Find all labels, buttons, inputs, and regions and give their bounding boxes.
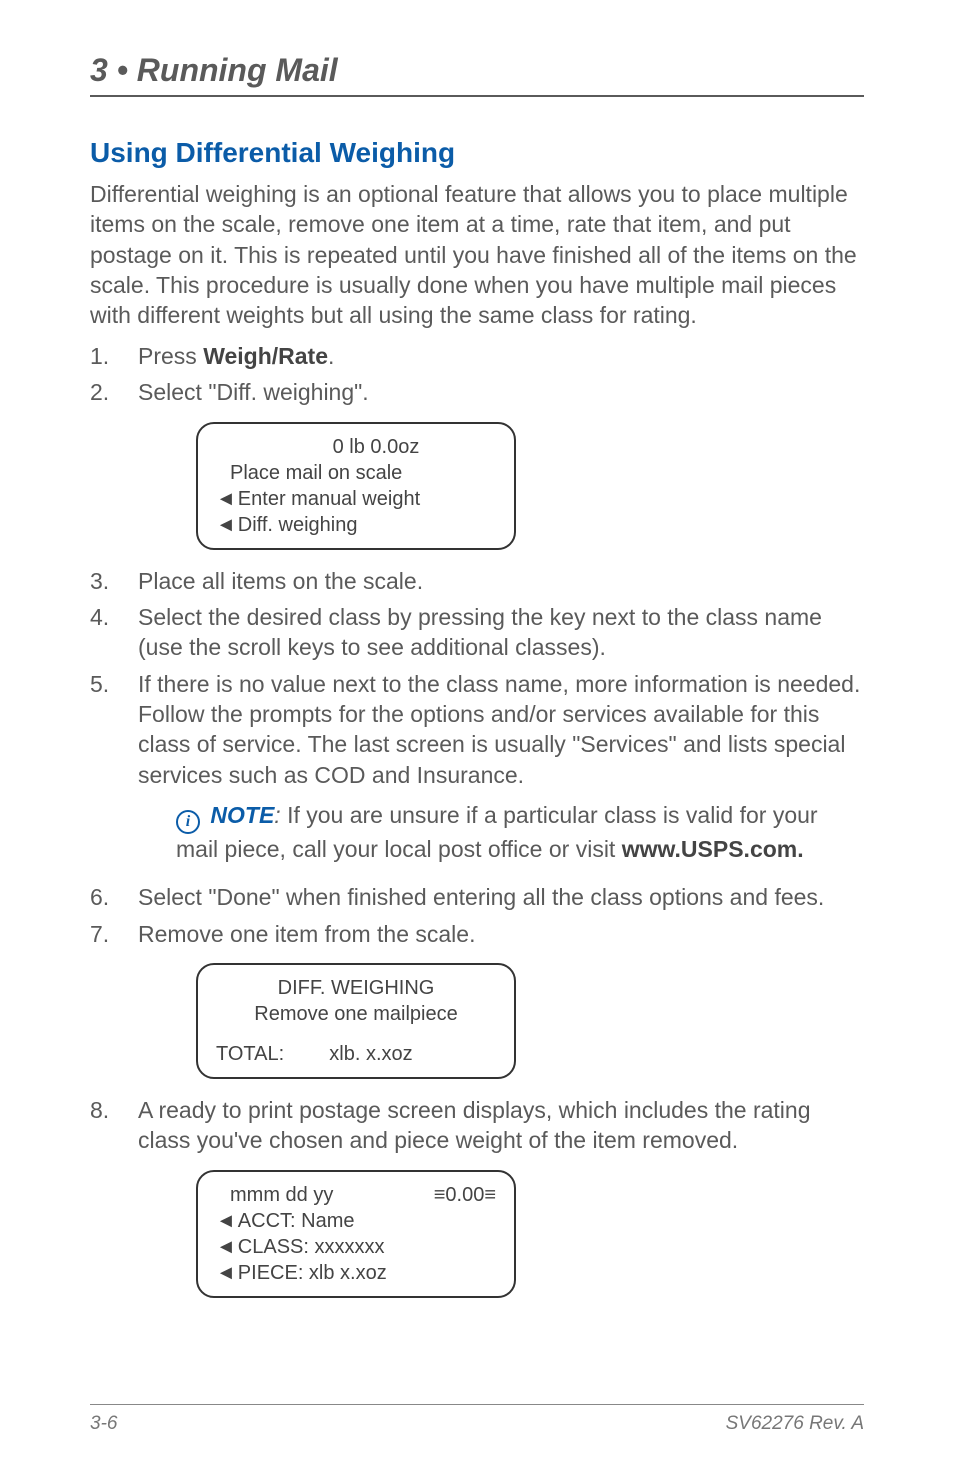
step-2: Select "Diff. weighing". 0 lb 0.0oz Plac… — [90, 377, 864, 549]
screen1-line3-text: Enter manual weight — [238, 488, 420, 510]
step-1-text-c: . — [328, 343, 334, 369]
screen1-line4-text: Diff. weighing — [238, 514, 358, 536]
steps-list: Press Weigh/Rate. Select "Diff. weighing… — [90, 341, 864, 1298]
step-3: Place all items on the scale. — [90, 566, 864, 596]
footer-doc-rev: SV62276 Rev. A — [726, 1413, 864, 1435]
screen3-line1: mmm dd yy ≡0.00≡ — [216, 1182, 496, 1208]
step-5-text: If there is no value next to the class n… — [138, 671, 860, 788]
step-1-keyword: Weigh/Rate — [203, 343, 328, 369]
step-7-text: Remove one item from the scale. — [138, 921, 475, 947]
info-icon: i — [176, 810, 200, 834]
step-8: A ready to print postage screen displays… — [90, 1095, 864, 1298]
screen3-amount: ≡0.00≡ — [434, 1182, 496, 1208]
lcd-screen-2: DIFF. WEIGHING Remove one mailpiece TOTA… — [196, 963, 516, 1079]
screen2-line2: Remove one mailpiece — [216, 1001, 496, 1027]
screen2-line3: TOTAL: xlb. x.xoz — [216, 1041, 496, 1067]
intro-paragraph: Differential weighing is an optional fea… — [90, 179, 864, 331]
screen3-line4: PIECE: xlb x.xoz — [216, 1260, 496, 1286]
note-link: www.USPS.com. — [622, 836, 804, 862]
step-8-text: A ready to print postage screen displays… — [138, 1097, 811, 1153]
screen3-date: mmm dd yy — [216, 1182, 333, 1208]
lcd-screen-1: 0 lb 0.0oz Place mail on scale Enter man… — [196, 422, 516, 550]
footer-page-number: 3-6 — [90, 1413, 117, 1435]
step-5: If there is no value next to the class n… — [90, 669, 864, 865]
note-block: i NOTE: If you are unsure if a particula… — [138, 800, 864, 864]
screen2-total-label: TOTAL: — [216, 1043, 284, 1065]
screen3-line3: CLASS: xxxxxxx — [216, 1234, 496, 1260]
screen2-line1: DIFF. WEIGHING — [216, 975, 496, 1001]
lcd-screen-3: mmm dd yy ≡0.00≡ ACCT: Name CLASS: xxxxx… — [196, 1170, 516, 1298]
screen3-piece: PIECE: xlb x.xoz — [238, 1262, 387, 1284]
step-7: Remove one item from the scale. DIFF. WE… — [90, 919, 864, 1079]
screen1-line4: Diff. weighing — [216, 512, 496, 538]
step-1: Press Weigh/Rate. — [90, 341, 864, 371]
step-1-text-a: Press — [138, 343, 203, 369]
section-heading: Using Differential Weighing — [90, 137, 864, 169]
screen1-line3: Enter manual weight — [216, 486, 496, 512]
note-sep: : — [274, 802, 287, 828]
step-2-text: Select "Diff. weighing". — [138, 379, 369, 405]
screen1-line2: Place mail on scale — [216, 460, 496, 486]
chapter-title: 3 • Running Mail — [90, 52, 864, 97]
page-footer: 3-6 SV62276 Rev. A — [90, 1404, 864, 1435]
step-4: Select the desired class by pressing the… — [90, 602, 864, 663]
screen3-line2: ACCT: Name — [216, 1208, 496, 1234]
screen1-line1: 0 lb 0.0oz — [216, 434, 496, 460]
step-6: Select "Done" when finished entering all… — [90, 882, 864, 912]
screen2-total-value: xlb. x.xoz — [329, 1043, 412, 1065]
note-label: NOTE — [210, 802, 274, 828]
screen3-acct: ACCT: Name — [238, 1210, 355, 1232]
screen3-class: CLASS: xxxxxxx — [238, 1236, 385, 1258]
